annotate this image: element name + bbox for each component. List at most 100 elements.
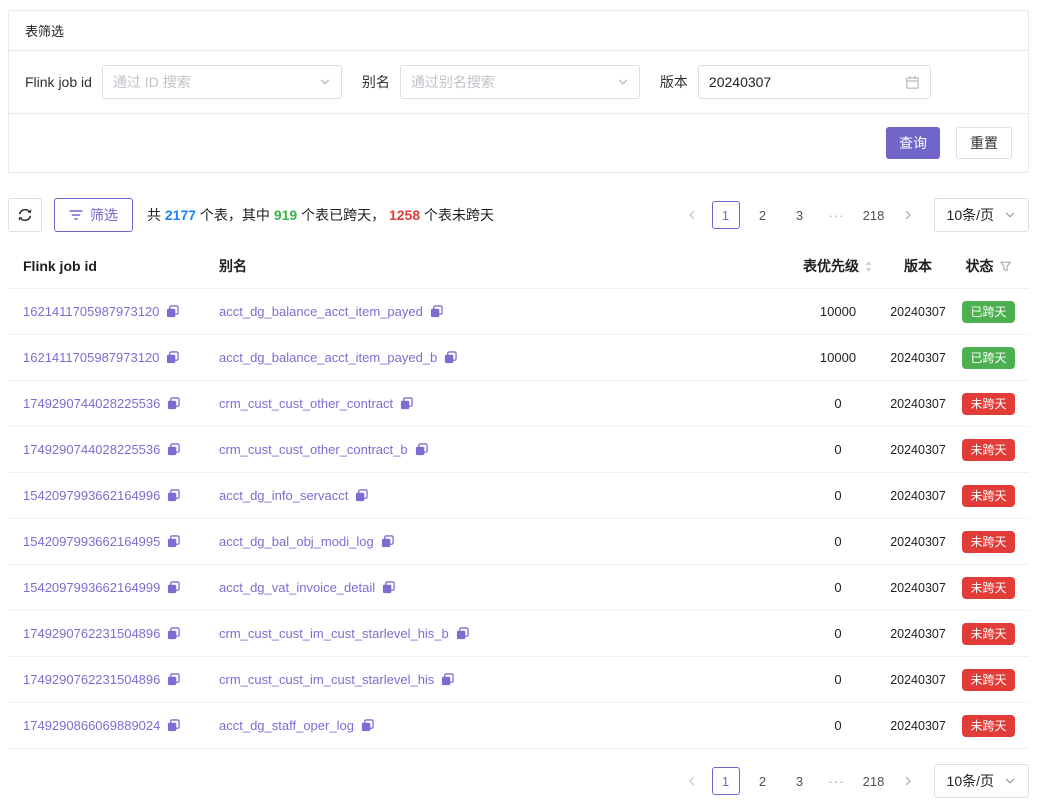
page-ellipsis[interactable]: ··· — [823, 201, 851, 229]
copy-icon[interactable] — [167, 535, 180, 548]
flink-job-id-link[interactable]: 1542097993662164999 — [23, 580, 160, 595]
table-row: 1749290762231504896 crm_cust_cust_im_cus… — [8, 657, 1029, 703]
reset-button[interactable]: 重置 — [956, 127, 1012, 159]
alias-link[interactable]: crm_cust_cust_im_cust_starlevel_his_b — [219, 626, 449, 641]
copy-icon[interactable] — [361, 719, 374, 732]
alias-link[interactable]: acct_dg_vat_invoice_detail — [219, 580, 375, 595]
flink-job-id-select[interactable]: 通过 ID 搜索 — [102, 65, 342, 99]
status-badge: 未跨天 — [962, 577, 1014, 599]
col-flink-job-id: Flink job id — [8, 258, 204, 274]
page-button[interactable]: 218 — [860, 201, 888, 229]
summary-part: 个表，其中 — [196, 207, 274, 223]
filter-bars-icon — [69, 209, 83, 221]
funnel-filter-icon[interactable] — [999, 260, 1012, 273]
copy-icon[interactable] — [355, 489, 368, 502]
page-button[interactable]: 1 — [712, 201, 740, 229]
alias-link[interactable]: crm_cust_cust_other_contract_b — [219, 442, 408, 457]
priority-value: 0 — [788, 534, 888, 549]
summary-part: 个表未跨天 — [420, 207, 494, 223]
refresh-button[interactable] — [8, 198, 42, 232]
copy-icon[interactable] — [167, 719, 180, 732]
summary-text: 共 2177 个表，其中 919 个表已跨天， 1258 个表未跨天 — [147, 205, 681, 225]
page: 表筛选 Flink job id 通过 ID 搜索 别名 通过别名搜索 — [0, 0, 1037, 810]
flink-job-id-link[interactable]: 1749290762231504896 — [23, 626, 160, 641]
prev-page-icon[interactable] — [681, 201, 703, 229]
version-date-input[interactable]: 20240307 — [698, 65, 931, 99]
flink-job-id-link[interactable]: 1749290866069889024 — [23, 718, 160, 733]
page-ellipsis[interactable]: ··· — [823, 767, 851, 795]
copy-icon[interactable] — [167, 627, 180, 640]
page-size-label: 10条/页 — [947, 771, 994, 791]
priority-value: 0 — [788, 672, 888, 687]
table-row: 1542097993662164999 acct_dg_vat_invoice_… — [8, 565, 1029, 611]
chevron-down-icon — [617, 76, 629, 88]
copy-icon[interactable] — [166, 351, 179, 364]
summary-part: 共 — [147, 207, 165, 223]
page-button[interactable]: 2 — [749, 767, 777, 795]
flink-job-id-link[interactable]: 1542097993662164995 — [23, 534, 160, 549]
filter-button[interactable]: 筛选 — [54, 198, 133, 232]
status-badge: 未跨天 — [962, 393, 1014, 415]
next-page-icon[interactable] — [897, 201, 919, 229]
copy-icon[interactable] — [441, 673, 454, 686]
next-page-icon[interactable] — [897, 767, 919, 795]
page-button[interactable]: 218 — [860, 767, 888, 795]
table-row: 1542097993662164995 acct_dg_bal_obj_modi… — [8, 519, 1029, 565]
copy-icon[interactable] — [415, 443, 428, 456]
page-button[interactable]: 2 — [749, 201, 777, 229]
page-button[interactable]: 3 — [786, 767, 814, 795]
flink-job-id-link[interactable]: 1749290744028225536 — [23, 442, 160, 457]
col-status-label: 状态 — [966, 256, 994, 276]
copy-icon[interactable] — [167, 489, 180, 502]
query-button[interactable]: 查询 — [886, 127, 940, 159]
chevron-down-icon — [1004, 775, 1016, 787]
copy-icon[interactable] — [167, 443, 180, 456]
alias-select[interactable]: 通过别名搜索 — [400, 65, 640, 99]
alias-link[interactable]: acct_dg_info_servacct — [219, 488, 348, 503]
copy-icon[interactable] — [167, 673, 180, 686]
col-priority-label: 表优先级 — [803, 256, 859, 276]
tables-table: Flink job id 别名 表优先级 版本 状态 1621411705987… — [8, 244, 1029, 749]
table-header: Flink job id 别名 表优先级 版本 状态 — [8, 244, 1029, 289]
alias-link[interactable]: crm_cust_cust_im_cust_starlevel_his — [219, 672, 434, 687]
alias-link[interactable]: acct_dg_balance_acct_item_payed_b — [219, 350, 437, 365]
flink-job-id-link[interactable]: 1749290762231504896 — [23, 672, 160, 687]
copy-icon[interactable] — [456, 627, 469, 640]
alias-link[interactable]: acct_dg_balance_acct_item_payed — [219, 304, 423, 319]
copy-icon[interactable] — [430, 305, 443, 318]
copy-icon[interactable] — [167, 397, 180, 410]
copy-icon[interactable] — [444, 351, 457, 364]
page-button[interactable]: 3 — [786, 201, 814, 229]
alias-link[interactable]: acct_dg_bal_obj_modi_log — [219, 534, 374, 549]
flink-job-id-link[interactable]: 1749290744028225536 — [23, 396, 160, 411]
page-button[interactable]: 1 — [712, 767, 740, 795]
prev-page-icon[interactable] — [681, 767, 703, 795]
table-row: 1749290866069889024 acct_dg_staff_oper_l… — [8, 703, 1029, 749]
flink-job-id-field: Flink job id 通过 ID 搜索 — [25, 65, 342, 99]
version-value: 20240307 — [888, 719, 948, 733]
priority-value: 0 — [788, 442, 888, 457]
priority-value: 0 — [788, 626, 888, 641]
col-priority: 表优先级 — [788, 256, 888, 276]
copy-icon[interactable] — [382, 581, 395, 594]
page-size-select[interactable]: 10条/页 — [934, 764, 1029, 798]
copy-icon[interactable] — [166, 305, 179, 318]
bottom-bar: 1 2 3 ··· 218 10条/页 — [8, 764, 1029, 798]
page-size-select[interactable]: 10条/页 — [934, 198, 1029, 232]
alias-link[interactable]: acct_dg_staff_oper_log — [219, 718, 354, 733]
flink-job-id-link[interactable]: 1621411705987973120 — [23, 304, 159, 319]
alias-link[interactable]: crm_cust_cust_other_contract — [219, 396, 393, 411]
copy-icon[interactable] — [167, 581, 180, 594]
priority-value: 0 — [788, 488, 888, 503]
sort-icon[interactable] — [864, 260, 873, 273]
flink-job-id-link[interactable]: 1542097993662164996 — [23, 488, 160, 503]
version-value: 20240307 — [888, 581, 948, 595]
flink-job-id-link[interactable]: 1621411705987973120 — [23, 350, 159, 365]
pagination-top: 1 2 3 ··· 218 10条/页 — [681, 198, 1029, 232]
status-badge: 已跨天 — [962, 301, 1014, 323]
copy-icon[interactable] — [400, 397, 413, 410]
priority-value: 0 — [788, 396, 888, 411]
copy-icon[interactable] — [381, 535, 394, 548]
toolbar: 筛选 共 2177 个表，其中 919 个表已跨天， 1258 个表未跨天 1 … — [8, 198, 1029, 232]
crossed-count: 919 — [274, 207, 297, 223]
